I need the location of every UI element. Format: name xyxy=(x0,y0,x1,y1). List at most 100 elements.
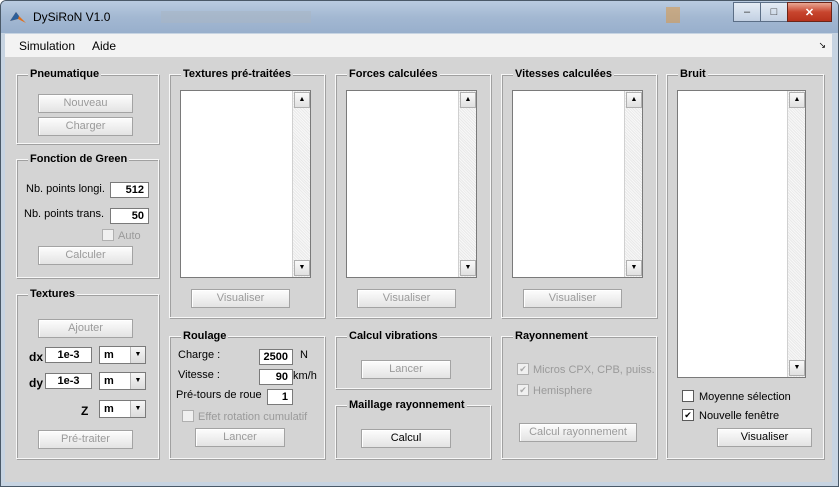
scroll-down-icon[interactable]: ▼ xyxy=(460,260,476,276)
vitesse-unit: km/h xyxy=(293,370,317,382)
micros-label: Micros CPX, CPB, puiss. xyxy=(533,364,655,376)
panel-title: Fonction de Green xyxy=(28,153,130,166)
auto-label: Auto xyxy=(118,230,141,242)
main-content: Pneumatique Nouveau Charger Fonction de … xyxy=(5,58,832,482)
lancer-roulage-button[interactable]: Lancer xyxy=(195,428,285,447)
vitesses-list[interactable]: ▲ ▼ xyxy=(512,90,643,278)
panel-title: Roulage xyxy=(181,330,229,343)
panel-title: Forces calculées xyxy=(347,68,440,81)
panel-title: Calcul vibrations xyxy=(347,330,440,343)
vitesse-label: Vitesse : xyxy=(178,369,220,381)
nouvelle-fenetre-checkbox[interactable]: ✔ xyxy=(682,409,694,421)
panel-title: Bruit xyxy=(678,68,708,81)
app-window: DySiRoN V1.0 ‒ □ ✕ Simulation Aide ↘ Pne… xyxy=(0,0,839,487)
charge-label: Charge : xyxy=(178,349,221,361)
z-unit-value: m xyxy=(104,403,114,415)
panel-textures-pretraitees: Textures pré-traitées ▲ ▼ Visualiser xyxy=(169,68,325,318)
scrollbar[interactable]: ▲ ▼ xyxy=(292,91,310,277)
panel-bruit: Bruit ▲ ▼ Moyenne sélection ✔ Nouvelle f… xyxy=(666,68,824,459)
calcul-maillage-button[interactable]: Calcul xyxy=(361,429,451,448)
panel-title: Rayonnement xyxy=(513,330,590,343)
moyenne-selection-checkbox[interactable] xyxy=(682,390,694,402)
scrollbar[interactable]: ▲ ▼ xyxy=(787,91,805,377)
panel-roulage: Roulage Charge : 2500 N Vitesse : 90 km/… xyxy=(169,330,325,459)
maximize-icon: □ xyxy=(770,6,778,18)
nb-trans-input[interactable]: 50 xyxy=(110,208,149,224)
panel-calcul-vibrations: Calcul vibrations Lancer xyxy=(335,330,491,389)
minimize-button[interactable]: ‒ xyxy=(733,2,761,22)
dock-arrow-icon[interactable]: ↘ xyxy=(818,40,826,51)
window-controls: ‒ □ ✕ xyxy=(733,2,832,22)
calculer-button[interactable]: Calculer xyxy=(38,246,133,265)
pretraiter-button[interactable]: Pré-traiter xyxy=(38,430,133,449)
panel-pneumatique: Pneumatique Nouveau Charger xyxy=(16,68,159,144)
dy-unit-select[interactable]: m ▼ xyxy=(99,372,146,390)
scroll-down-icon[interactable]: ▼ xyxy=(789,360,805,376)
panel-title: Textures xyxy=(28,288,78,301)
hemisphere-checkbox[interactable]: ✔ xyxy=(517,384,529,396)
chevron-down-icon: ▼ xyxy=(130,401,145,417)
hemisphere-label: Hemisphere xyxy=(533,385,593,397)
minimize-icon: ‒ xyxy=(743,6,751,18)
dy-input[interactable]: 1e-3 xyxy=(45,373,92,389)
scrollbar[interactable]: ▲ ▼ xyxy=(624,91,642,277)
charge-input[interactable]: 2500 xyxy=(259,349,293,365)
panel-title: Maillage rayonnement xyxy=(347,399,467,412)
scroll-down-icon[interactable]: ▼ xyxy=(294,260,310,276)
scroll-up-icon[interactable]: ▲ xyxy=(460,92,476,108)
check-icon: ✔ xyxy=(684,410,692,420)
panel-fonction-green: Fonction de Green Nb. points longi. 512 … xyxy=(16,153,159,278)
panel-vitesses-calculees: Vitesses calculées ▲ ▼ Visualiser xyxy=(501,68,657,318)
panel-title: Pneumatique xyxy=(28,68,102,81)
nb-trans-label: Nb. points trans. xyxy=(24,208,105,220)
panel-maillage-rayonnement: Maillage rayonnement Calcul xyxy=(335,399,491,459)
menu-simulation[interactable]: Simulation xyxy=(19,39,75,53)
panel-rayonnement: Rayonnement ✔ Micros CPX, CPB, puiss. ✔ … xyxy=(501,330,657,459)
dy-unit-value: m xyxy=(104,375,114,387)
micros-checkbox[interactable]: ✔ xyxy=(517,363,529,375)
forces-list[interactable]: ▲ ▼ xyxy=(346,90,477,278)
scroll-down-icon[interactable]: ▼ xyxy=(626,260,642,276)
nouvelle-fenetre-label: Nouvelle fenêtre xyxy=(699,410,780,422)
scroll-up-icon[interactable]: ▲ xyxy=(294,92,310,108)
calcul-rayonnement-button[interactable]: Calcul rayonnement xyxy=(519,423,637,442)
check-icon: ✔ xyxy=(519,385,527,395)
panel-textures: Textures Ajouter dx 1e-3 m ▼ dy 1e-3 m ▼… xyxy=(16,288,159,459)
z-unit-select[interactable]: m ▼ xyxy=(99,400,146,418)
bruit-list[interactable]: ▲ ▼ xyxy=(677,90,806,378)
chevron-down-icon: ▼ xyxy=(130,373,145,389)
visualiser-textures-button[interactable]: Visualiser xyxy=(191,289,290,308)
window-title: DySiRoN V1.0 xyxy=(33,10,111,24)
blurred-background-text xyxy=(161,11,311,23)
scroll-up-icon[interactable]: ▲ xyxy=(626,92,642,108)
textures-pretraitees-list[interactable]: ▲ ▼ xyxy=(180,90,311,278)
panel-forces-calculees: Forces calculées ▲ ▼ Visualiser xyxy=(335,68,491,318)
nb-longi-input[interactable]: 512 xyxy=(110,182,149,198)
check-icon: ✔ xyxy=(519,364,527,374)
close-button[interactable]: ✕ xyxy=(787,2,832,22)
ajouter-button[interactable]: Ajouter xyxy=(38,319,133,338)
visualiser-forces-button[interactable]: Visualiser xyxy=(357,289,456,308)
nouveau-button[interactable]: Nouveau xyxy=(38,94,133,113)
panel-title: Vitesses calculées xyxy=(513,68,615,81)
visualiser-vitesses-button[interactable]: Visualiser xyxy=(523,289,622,308)
charge-unit: N xyxy=(300,349,308,361)
dx-unit-select[interactable]: m ▼ xyxy=(99,346,146,364)
lancer-vibrations-button[interactable]: Lancer xyxy=(361,360,451,379)
pretours-input[interactable]: 1 xyxy=(267,389,293,405)
vitesse-input[interactable]: 90 xyxy=(259,369,293,385)
scroll-up-icon[interactable]: ▲ xyxy=(789,92,805,108)
moyenne-selection-label: Moyenne sélection xyxy=(699,391,791,403)
scrollbar[interactable]: ▲ ▼ xyxy=(458,91,476,277)
effet-rotation-checkbox[interactable] xyxy=(182,410,194,422)
pretours-label: Pré-tours de roue xyxy=(176,389,262,401)
visualiser-bruit-button[interactable]: Visualiser xyxy=(717,428,812,447)
matlab-logo-icon xyxy=(10,12,26,23)
auto-checkbox[interactable] xyxy=(102,229,114,241)
dx-label: dx xyxy=(29,350,44,364)
menu-aide[interactable]: Aide xyxy=(92,39,116,53)
maximize-button[interactable]: □ xyxy=(760,2,788,22)
charger-button[interactable]: Charger xyxy=(38,117,133,136)
dx-input[interactable]: 1e-3 xyxy=(45,347,92,363)
title-bar: DySiRoN V1.0 ‒ □ ✕ xyxy=(1,1,838,33)
